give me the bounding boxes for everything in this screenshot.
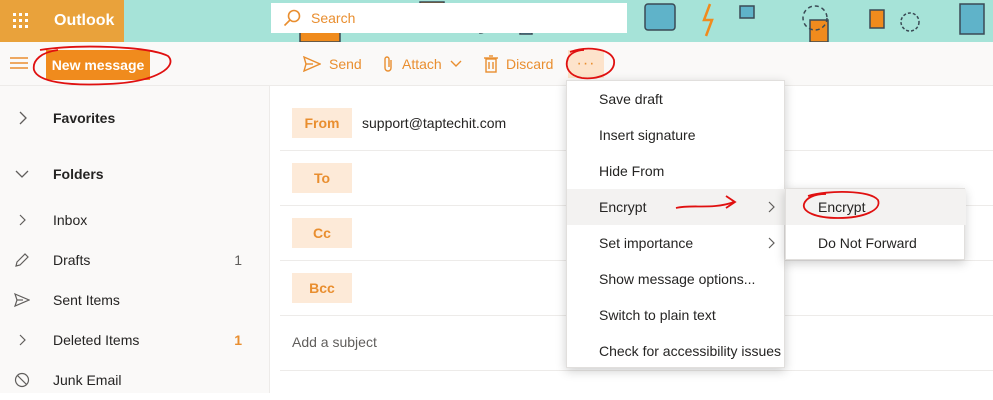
menu-item-set-importance[interactable]: Set importance xyxy=(567,225,786,261)
deleted-items-count: 1 xyxy=(234,332,242,348)
paperclip-icon xyxy=(384,56,392,72)
menu-item-hide-from[interactable]: Hide From xyxy=(567,153,786,189)
sidebar-item-inbox[interactable]: Inbox xyxy=(0,200,270,240)
send-icon xyxy=(303,56,321,72)
cc-button[interactable]: Cc xyxy=(292,218,352,248)
discard-label: Discard xyxy=(506,56,554,72)
pencil-icon xyxy=(15,253,29,267)
sidebar-item-label: Sent Items xyxy=(53,292,120,308)
discard-button[interactable]: Discard xyxy=(484,52,553,76)
new-message-button[interactable]: New message xyxy=(46,50,150,80)
menu-item-encrypt[interactable]: Encrypt xyxy=(567,189,786,225)
favorites-section[interactable]: Favorites xyxy=(0,98,270,138)
command-bar: New message Send Attach Discard ··· xyxy=(0,42,993,86)
chevron-right-icon xyxy=(19,334,26,346)
chevron-down-icon xyxy=(15,170,29,178)
chevron-right-icon xyxy=(19,111,27,125)
encrypt-submenu: Encrypt Do Not Forward xyxy=(785,188,966,261)
submenu-item-encrypt[interactable]: Encrypt xyxy=(786,189,966,225)
app-name[interactable]: Outlook xyxy=(54,12,114,30)
drafts-count: 1 xyxy=(234,252,242,268)
menu-item-check-accessibility[interactable]: Check for accessibility issues xyxy=(567,333,786,369)
sidebar-item-deleted-items[interactable]: Deleted Items 1 xyxy=(0,320,270,360)
app-launcher-icon[interactable] xyxy=(0,0,42,42)
send-label: Send xyxy=(329,56,362,72)
sidebar-item-label: Deleted Items xyxy=(53,332,140,348)
trash-icon xyxy=(484,55,498,73)
chevron-right-icon xyxy=(768,201,775,213)
sidebar-item-junk-email[interactable]: Junk Email xyxy=(0,360,270,400)
more-options-button[interactable]: ··· xyxy=(568,50,604,78)
menu-item-show-message-options[interactable]: Show message options... xyxy=(567,261,786,297)
to-button[interactable]: To xyxy=(292,163,352,193)
sidebar-item-label: Inbox xyxy=(53,212,88,228)
sidebar-item-sent-items[interactable]: Sent Items xyxy=(0,280,270,320)
chevron-right-icon xyxy=(19,214,26,226)
submenu-item-do-not-forward[interactable]: Do Not Forward xyxy=(786,225,966,261)
block-icon xyxy=(14,372,30,388)
menu-item-label: Set importance xyxy=(599,235,694,251)
sidebar-item-label: Drafts xyxy=(53,252,91,268)
from-button[interactable]: From xyxy=(292,108,352,138)
search-box[interactable]: Search xyxy=(271,3,627,33)
app-brand: Outlook xyxy=(0,0,124,42)
sidebar-item-drafts[interactable]: Drafts 1 xyxy=(0,240,270,280)
top-bar: Outlook Search xyxy=(0,0,993,42)
menu-item-save-draft[interactable]: Save draft xyxy=(567,81,786,117)
folders-section[interactable]: Folders xyxy=(0,154,270,194)
hamburger-menu-icon[interactable] xyxy=(10,55,28,71)
send-icon xyxy=(14,292,30,308)
bcc-button[interactable]: Bcc xyxy=(292,273,352,303)
chevron-right-icon xyxy=(768,237,775,249)
from-address: support@taptechit.com xyxy=(362,115,507,131)
favorites-label: Favorites xyxy=(53,110,116,126)
menu-item-switch-to-plain-text[interactable]: Switch to plain text xyxy=(567,297,786,333)
send-button[interactable]: Send xyxy=(303,52,362,76)
attach-button[interactable]: Attach xyxy=(382,52,462,76)
attach-label: Attach xyxy=(402,56,442,72)
search-placeholder: Search xyxy=(311,10,356,26)
chevron-down-icon xyxy=(450,60,462,67)
folder-pane: Favorites Folders Inbox Drafts 1 Sent It… xyxy=(0,86,270,393)
more-options-menu: Save draft Insert signature Hide From En… xyxy=(566,80,786,369)
menu-item-insert-signature[interactable]: Insert signature xyxy=(567,117,786,153)
search-icon xyxy=(283,9,301,27)
subject-input[interactable]: Add a subject xyxy=(292,334,377,350)
menu-item-label: Encrypt xyxy=(599,199,647,215)
folders-label: Folders xyxy=(53,166,104,182)
sidebar-item-label: Junk Email xyxy=(53,372,122,388)
